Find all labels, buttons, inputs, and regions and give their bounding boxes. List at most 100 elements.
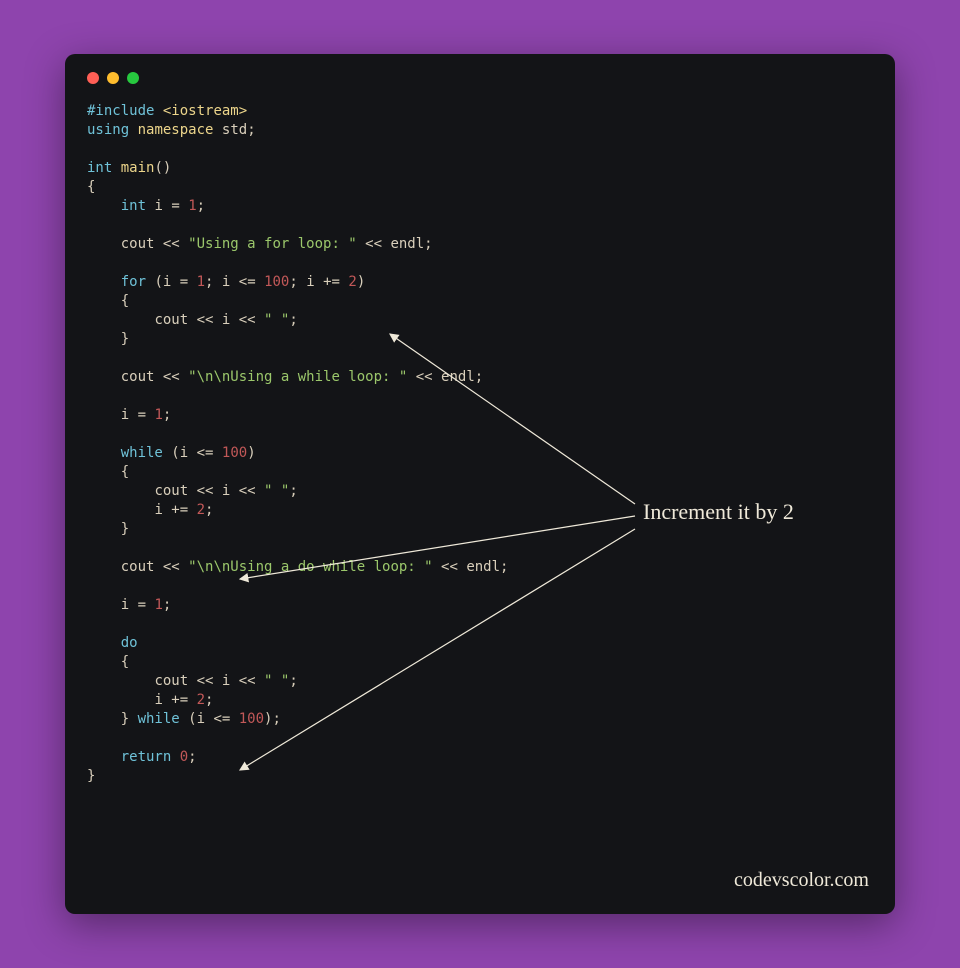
identifier: cout	[154, 483, 188, 499]
indent	[87, 559, 121, 575]
op: <<	[154, 369, 188, 385]
paren: )	[357, 274, 365, 290]
string: " "	[264, 483, 289, 499]
identifier: endl	[441, 369, 475, 385]
keyword: return	[121, 749, 172, 765]
number: 100	[239, 711, 264, 727]
keyword: int	[121, 198, 146, 214]
indent	[87, 369, 121, 385]
keyword: using	[87, 122, 129, 138]
close-icon	[87, 72, 99, 84]
parens: ()	[154, 160, 171, 176]
indent	[87, 445, 121, 461]
number: 1	[197, 274, 205, 290]
preprocessor: #include	[87, 103, 154, 119]
number: 100	[264, 274, 289, 290]
brace: {	[121, 293, 129, 309]
indent	[87, 502, 154, 518]
op: =	[171, 274, 196, 290]
identifier: i	[306, 274, 314, 290]
punct: ;	[197, 198, 205, 214]
keyword: do	[121, 635, 138, 651]
indent	[87, 692, 154, 708]
op: <<	[188, 673, 222, 689]
identifier: cout	[121, 236, 155, 252]
punct: ;	[289, 673, 297, 689]
function-name: main	[121, 160, 155, 176]
indent	[87, 749, 121, 765]
identifier: i	[154, 692, 162, 708]
punct: ;	[289, 483, 297, 499]
identifier: i	[180, 445, 188, 461]
keyword: namespace	[138, 122, 214, 138]
identifier: cout	[121, 559, 155, 575]
indent	[87, 331, 121, 347]
punct: ;	[188, 749, 196, 765]
punct: ;	[205, 502, 213, 518]
code-block: #include <iostream> using namespace std;…	[87, 102, 873, 786]
indent	[87, 521, 121, 537]
string: "Using a for loop: "	[188, 236, 357, 252]
op: <<	[154, 559, 188, 575]
space	[171, 749, 179, 765]
punct: ;	[205, 692, 213, 708]
number: 0	[180, 749, 188, 765]
punct: ;	[289, 312, 297, 328]
number: 1	[154, 597, 162, 613]
brace: }	[87, 768, 95, 784]
string: " "	[264, 312, 289, 328]
op: +=	[315, 274, 349, 290]
paren: )	[247, 445, 255, 461]
punct: ;	[163, 597, 171, 613]
brace: }	[121, 521, 129, 537]
indent	[87, 711, 121, 727]
op: <=	[205, 711, 239, 727]
identifier: std	[222, 122, 247, 138]
brace: {	[87, 179, 95, 195]
op: <<	[230, 483, 264, 499]
minimize-icon	[107, 72, 119, 84]
op: =	[163, 198, 188, 214]
string: "\n\nUsing a while loop: "	[188, 369, 407, 385]
maximize-icon	[127, 72, 139, 84]
indent	[87, 483, 154, 499]
punct: ;	[424, 236, 432, 252]
indent	[87, 597, 121, 613]
number: 2	[197, 502, 205, 518]
identifier: cout	[154, 673, 188, 689]
indent	[87, 198, 121, 214]
indent	[87, 673, 154, 689]
indent	[87, 464, 121, 480]
indent	[87, 293, 121, 309]
annotation-label: Increment it by 2	[643, 499, 794, 525]
indent	[87, 407, 121, 423]
op: <<	[188, 312, 222, 328]
identifier: i	[121, 597, 129, 613]
identifier: i	[121, 407, 129, 423]
punct: ;	[205, 274, 222, 290]
brace: {	[121, 464, 129, 480]
number: 2	[197, 692, 205, 708]
indent	[87, 236, 121, 252]
number: 100	[222, 445, 247, 461]
keyword: int	[87, 160, 112, 176]
code-window: #include <iostream> using namespace std;…	[65, 54, 895, 914]
indent	[87, 274, 121, 290]
watermark: codevscolor.com	[734, 869, 869, 892]
op: <<	[433, 559, 467, 575]
string: "\n\nUsing a do while loop: "	[188, 559, 432, 575]
op: =	[129, 407, 154, 423]
indent	[87, 312, 154, 328]
op: <=	[188, 445, 222, 461]
number: 1	[188, 198, 196, 214]
brace: {	[121, 654, 129, 670]
keyword: while	[121, 445, 163, 461]
identifier: endl	[390, 236, 424, 252]
op: <<	[154, 236, 188, 252]
op: +=	[163, 692, 197, 708]
brace: }	[121, 331, 129, 347]
punct: ;	[289, 274, 306, 290]
window-traffic-lights	[87, 72, 873, 84]
punct: ;	[163, 407, 171, 423]
keyword: for	[121, 274, 146, 290]
